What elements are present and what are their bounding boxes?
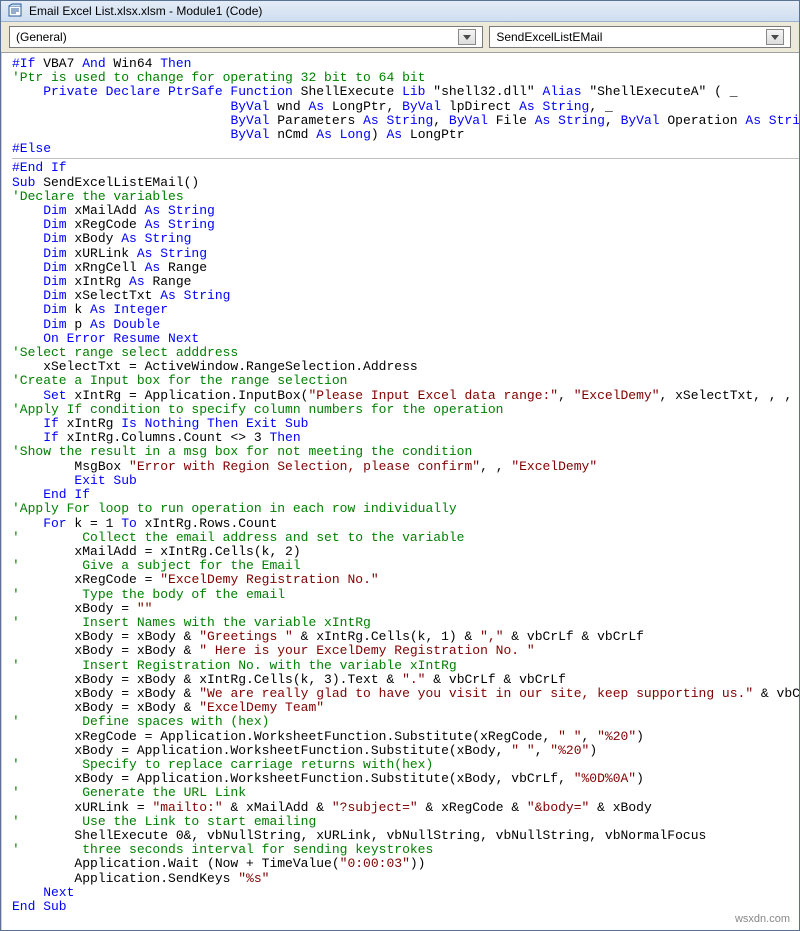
object-dropdown[interactable]: (General) xyxy=(9,26,483,48)
vba-editor-window: Email Excel List.xlsx.xlsm - Module1 (Co… xyxy=(0,0,800,931)
object-procedure-row: (General) SendExcelListEMail xyxy=(1,22,799,53)
object-dropdown-value: (General) xyxy=(16,30,67,44)
window-title: Email Excel List.xlsx.xlsm - Module1 (Co… xyxy=(29,4,262,18)
procedure-dropdown-value: SendExcelListEMail xyxy=(496,30,602,44)
chevron-down-icon xyxy=(766,29,784,45)
title-bar: Email Excel List.xlsx.xlsm - Module1 (Co… xyxy=(1,1,799,22)
module-icon xyxy=(7,3,23,19)
code-text[interactable]: #If VBA7 And Win64 Then 'Ptr is used to … xyxy=(2,53,799,930)
chevron-down-icon xyxy=(458,29,476,45)
code-pane[interactable]: #If VBA7 And Win64 Then 'Ptr is used to … xyxy=(1,53,799,930)
procedure-dropdown[interactable]: SendExcelListEMail xyxy=(489,26,791,48)
watermark: wsxdn.com xyxy=(735,913,790,925)
